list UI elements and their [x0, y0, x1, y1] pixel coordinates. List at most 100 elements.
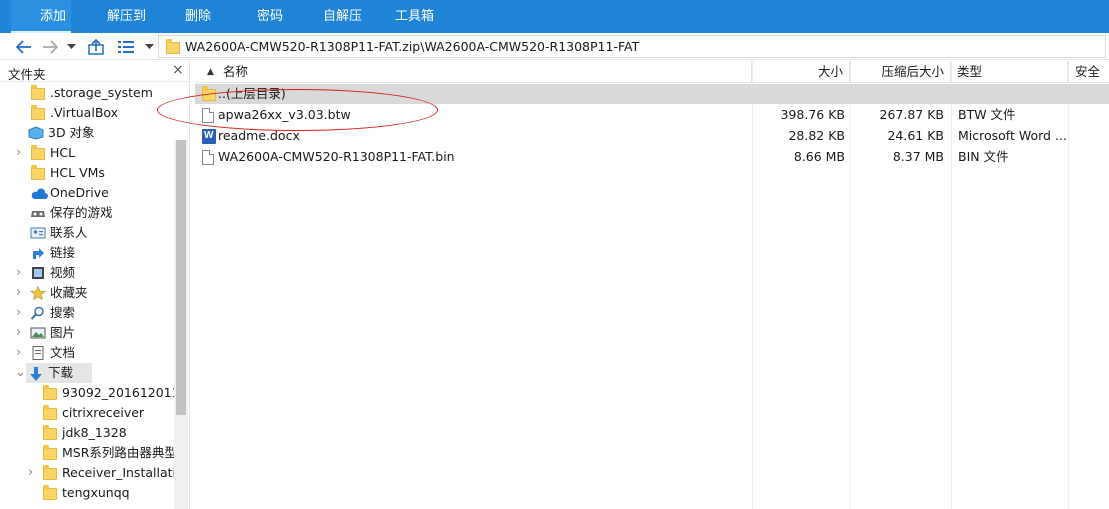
- chevron-down-icon: [66, 44, 76, 49]
- file-name-cell: apwa26xx_v3.03.btw: [218, 107, 351, 122]
- tree-item[interactable]: HCL VMs: [0, 163, 174, 183]
- chevron-right-icon[interactable]: ›: [16, 263, 28, 283]
- tree-item[interactable]: citrixreceiver: [0, 403, 174, 423]
- folder-icon: [42, 445, 58, 460]
- pictures-icon: [30, 326, 46, 340]
- up-folder-button[interactable]: [86, 37, 106, 57]
- tree-item-label: 3D 对象: [48, 125, 95, 140]
- toolbox-button[interactable]: 工具箱: [395, 0, 434, 33]
- tree-item-label: HCL: [50, 145, 76, 160]
- file-size-cell: 398.76 KB: [780, 107, 845, 122]
- column-name-label: 名称: [223, 64, 249, 79]
- tree-item[interactable]: .VirtualBox: [0, 103, 174, 123]
- main-toolbar: 添加 解压到 删除 密码 自解压 工具箱: [0, 0, 1109, 33]
- column-header-type[interactable]: 类型: [951, 61, 1068, 83]
- column-header-security[interactable]: 安全: [1068, 61, 1109, 83]
- column-security-label: 安全: [1075, 64, 1101, 79]
- password-button[interactable]: 密码: [257, 0, 283, 33]
- tree-item[interactable]: › 收藏夹: [0, 283, 174, 303]
- folder-icon: [42, 485, 58, 500]
- tree-item[interactable]: › 文档: [0, 343, 174, 363]
- chevron-right-icon[interactable]: ›: [16, 143, 28, 163]
- tree-item[interactable]: 联系人: [0, 223, 174, 243]
- file-row[interactable]: WA2600A-CMW520-R1308P11-FAT.bin 8.66 MB 8.…: [195, 147, 1109, 167]
- folder-icon: [30, 145, 46, 160]
- contacts-icon: [30, 226, 46, 240]
- chevron-down-icon[interactable]: ⌄: [15, 363, 27, 383]
- tree-item[interactable]: jdk8_1328: [0, 423, 174, 443]
- chevron-right-icon[interactable]: ›: [16, 323, 28, 343]
- forward-button[interactable]: [40, 37, 60, 57]
- tree-item-label: 视频: [50, 265, 76, 280]
- chevron-right-icon[interactable]: ›: [28, 463, 40, 483]
- tree-item[interactable]: 链接: [0, 243, 174, 263]
- file-type-cell: BIN 文件: [958, 149, 1009, 164]
- tree-scrollbar-thumb[interactable]: [176, 140, 186, 415]
- file-name-cell: readme.docx: [218, 128, 300, 143]
- file-type-cell: BTW 文件: [958, 107, 1016, 122]
- tree-item[interactable]: › HCL: [0, 143, 174, 163]
- tree-item[interactable]: 3D 对象: [0, 123, 174, 143]
- folder-icon: [42, 385, 58, 400]
- file-list: ▲ 名称 大小 压缩后大小 类型 安全 ..(上层目录) apwa26xx_v3…: [195, 61, 1109, 509]
- tree-item[interactable]: ⌄ 下载: [15, 363, 92, 383]
- tree-item-label: 搜索: [50, 305, 76, 320]
- history-dropdown[interactable]: [63, 37, 79, 57]
- folder-icon: [30, 105, 46, 120]
- self-extract-button[interactable]: 自解压: [323, 0, 362, 33]
- generic-file-icon: [202, 108, 214, 123]
- tree-item-label: tengxunqq: [62, 485, 130, 500]
- chevron-right-icon[interactable]: ›: [16, 283, 28, 303]
- word-document-icon: [202, 128, 216, 144]
- tree-item-label: HCL VMs: [50, 165, 105, 180]
- view-mode-button[interactable]: [116, 37, 136, 57]
- file-row[interactable]: readme.docx 28.82 KB 24.61 KB Microsoft Wor…: [195, 126, 1109, 146]
- tree-item[interactable]: .storage_system: [0, 83, 174, 103]
- folder-tree-title: 文件夹: [8, 67, 46, 82]
- close-icon[interactable]: ×: [172, 62, 184, 78]
- documents-icon: [30, 346, 46, 360]
- back-arrow-icon: [16, 40, 31, 54]
- tree-item[interactable]: MSR系列路由器典型i: [0, 443, 174, 463]
- parent-directory-row[interactable]: ..(上层目录): [195, 84, 1109, 104]
- column-header-name[interactable]: ▲ 名称: [195, 61, 752, 83]
- tree-item[interactable]: › Receiver_Installatio: [0, 463, 174, 483]
- file-size-cell: 8.66 MB: [793, 149, 845, 164]
- tree-item[interactable]: 93092_2016120115(: [0, 383, 174, 403]
- sort-indicator: ▲: [207, 67, 214, 77]
- extract-to-button[interactable]: 解压到: [107, 0, 146, 33]
- tree-item[interactable]: tengxunqq: [0, 483, 174, 503]
- folder-icon: [42, 405, 58, 420]
- tree-item-label: 文档: [50, 345, 76, 360]
- tree-item[interactable]: › 图片: [0, 323, 174, 343]
- column-header-size[interactable]: 大小: [752, 61, 850, 83]
- tree-scrollbar[interactable]: [174, 140, 188, 509]
- tree-item[interactable]: › 搜索: [0, 303, 174, 323]
- tree-item[interactable]: › 视频: [0, 263, 174, 283]
- tree-item[interactable]: 保存的游戏: [0, 203, 174, 223]
- download-arrow-icon: [28, 366, 44, 381]
- column-packed-label: 压缩后大小: [881, 64, 944, 79]
- links-icon: [30, 246, 46, 260]
- delete-button[interactable]: 删除: [185, 0, 211, 33]
- tree-item[interactable]: OneDrive: [0, 183, 174, 203]
- path-input[interactable]: WA2600A-CMW520-R1308P11-FAT.zip\WA2600A-…: [158, 35, 1106, 58]
- back-button[interactable]: [14, 37, 34, 57]
- chevron-right-icon[interactable]: ›: [16, 343, 28, 363]
- column-type-label: 类型: [957, 64, 983, 79]
- address-bar: WA2600A-CMW520-R1308P11-FAT.zip\WA2600A-…: [0, 33, 1109, 60]
- file-type-cell: Microsoft Word ...: [958, 128, 1066, 143]
- view-mode-dropdown[interactable]: [141, 37, 157, 57]
- tree-item-label: 联系人: [50, 225, 88, 240]
- generic-file-icon: [202, 150, 214, 165]
- folder-icon: [30, 165, 46, 180]
- file-row[interactable]: apwa26xx_v3.03.btw 398.76 KB 267.87 KB BTW …: [195, 105, 1109, 125]
- column-header-packed-size[interactable]: 压缩后大小: [850, 61, 951, 83]
- folder-tree-header: 文件夹 ×: [0, 61, 190, 82]
- tree-item-label: .VirtualBox: [50, 105, 119, 120]
- chevron-right-icon[interactable]: ›: [16, 303, 28, 323]
- add-button[interactable]: 添加: [11, 0, 71, 33]
- 3d-objects-icon: [28, 126, 44, 140]
- tree-item-label: .storage_system: [50, 85, 153, 100]
- path-text: WA2600A-CMW520-R1308P11-FAT.zip\WA2600A-…: [185, 39, 640, 54]
